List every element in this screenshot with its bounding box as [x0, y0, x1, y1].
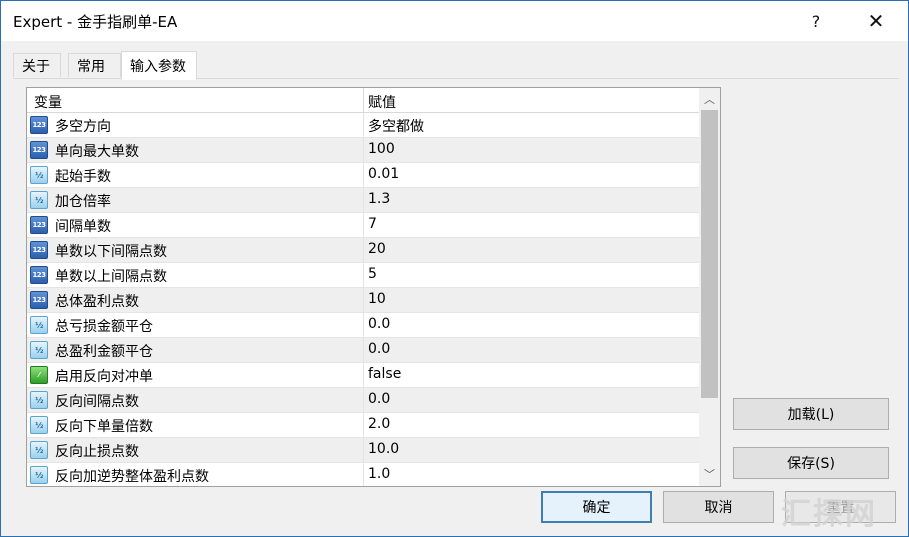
column-divider — [363, 438, 364, 462]
parameter-value[interactable]: 0.0 — [368, 391, 390, 407]
parameter-value[interactable]: 10 — [368, 291, 386, 307]
table-row[interactable]: ½ 总亏损金额平仓 0.0 — [27, 313, 699, 338]
parameter-value[interactable]: false — [368, 366, 401, 382]
table-row[interactable]: 123 总体盈利点数 10 — [27, 288, 699, 313]
parameter-value[interactable]: 多空都做 — [368, 116, 424, 136]
int-icon: 123 — [30, 241, 48, 259]
column-divider — [363, 338, 364, 362]
column-divider — [363, 238, 364, 262]
parameter-name: 总体盈利点数 — [55, 294, 139, 310]
column-divider — [363, 463, 364, 486]
parameter-name: 反向加逆势整体盈利点数 — [55, 469, 209, 485]
parameter-value[interactable]: 5 — [368, 266, 377, 282]
load-button[interactable]: 加载(L) — [733, 398, 889, 430]
table-row[interactable]: 123 单数以下间隔点数 20 — [27, 238, 699, 263]
parameter-value[interactable]: 10.0 — [368, 441, 399, 457]
window-title: Expert - 金手指刷单-EA — [13, 13, 178, 31]
scroll-down-icon[interactable]: ﹀ — [699, 464, 720, 484]
double-icon: ½ — [30, 166, 48, 184]
help-button[interactable]: ? — [793, 5, 839, 37]
parameter-value[interactable]: 0.0 — [368, 316, 390, 332]
double-icon: ½ — [30, 466, 48, 484]
bool-icon: ⁄ — [30, 366, 48, 384]
header-value[interactable]: 赋值 — [368, 92, 396, 112]
parameter-name: 加仓倍率 — [55, 194, 111, 210]
parameter-name: 多空方向 — [55, 119, 111, 135]
parameter-name: 单向最大单数 — [55, 144, 139, 160]
column-divider — [363, 138, 364, 162]
column-divider — [363, 388, 364, 412]
parameter-name: 反向间隔点数 — [55, 394, 139, 410]
parameter-name: 单数以下间隔点数 — [55, 244, 167, 260]
parameter-value[interactable]: 1.3 — [368, 191, 390, 207]
cancel-button[interactable]: 取消 — [663, 491, 774, 523]
int-icon: 123 — [30, 116, 48, 134]
vertical-scrollbar[interactable]: ︿ ﹀ — [699, 88, 720, 486]
column-divider — [363, 188, 364, 212]
expert-dialog: Expert - 金手指刷单-EA ? ✕ 关于 常用 输入参数 变量 赋值 1… — [0, 0, 909, 537]
double-icon: ½ — [30, 316, 48, 334]
int-icon: 123 — [30, 216, 48, 234]
column-divider — [363, 113, 364, 137]
parameter-value[interactable]: 7 — [368, 216, 377, 232]
column-divider — [363, 263, 364, 287]
parameter-name: 间隔单数 — [55, 219, 111, 235]
table-row[interactable]: ⁄ 启用反向对冲单 false — [27, 363, 699, 388]
table-row[interactable]: 123 多空方向 多空都做 — [27, 113, 699, 138]
double-icon: ½ — [30, 391, 48, 409]
column-divider — [363, 288, 364, 312]
parameter-value[interactable]: 20 — [368, 241, 386, 257]
double-icon: ½ — [30, 191, 48, 209]
parameter-value[interactable]: 100 — [368, 141, 395, 157]
parameters-grid: 变量 赋值 123 多空方向 多空都做 123 单向最大单数 100 ½ 起始手数 0.01 ½ 加… — [26, 87, 721, 487]
table-row[interactable]: ½ 总盈利金额平仓 0.0 — [27, 338, 699, 363]
parameter-name: 反向止损点数 — [55, 444, 139, 460]
parameter-value[interactable]: 0.01 — [368, 166, 399, 182]
close-button[interactable]: ✕ — [853, 5, 899, 37]
parameter-name: 单数以上间隔点数 — [55, 269, 167, 285]
scroll-thumb[interactable] — [701, 110, 718, 398]
table-row[interactable]: ½ 反向间隔点数 0.0 — [27, 388, 699, 413]
parameter-name: 总盈利金额平仓 — [55, 344, 153, 360]
column-divider — [363, 163, 364, 187]
header-divider[interactable] — [363, 88, 364, 112]
parameter-value[interactable]: 2.0 — [368, 416, 390, 432]
double-icon: ½ — [30, 341, 48, 359]
tab-common[interactable]: 常用 — [68, 53, 121, 77]
column-divider — [363, 413, 364, 437]
table-row[interactable]: 123 单向最大单数 100 — [27, 138, 699, 163]
int-icon: 123 — [30, 141, 48, 159]
tab-about[interactable]: 关于 — [13, 53, 61, 77]
column-divider — [363, 213, 364, 237]
column-divider — [363, 363, 364, 387]
title-bar[interactable]: Expert - 金手指刷单-EA ? ✕ — [1, 1, 908, 41]
column-divider — [363, 313, 364, 337]
double-icon: ½ — [30, 416, 48, 434]
grid-header: 变量 赋值 — [27, 88, 699, 113]
tab-inputs[interactable]: 输入参数 — [121, 51, 197, 80]
header-variable[interactable]: 变量 — [34, 92, 62, 112]
table-row[interactable]: ½ 加仓倍率 1.3 — [27, 188, 699, 213]
parameter-name: 总亏损金额平仓 — [55, 319, 153, 335]
table-row[interactable]: ½ 起始手数 0.01 — [27, 163, 699, 188]
scroll-up-icon[interactable]: ︿ — [699, 89, 720, 109]
table-row[interactable]: 123 单数以上间隔点数 5 — [27, 263, 699, 288]
double-icon: ½ — [30, 441, 48, 459]
int-icon: 123 — [30, 291, 48, 309]
table-row[interactable]: ½ 反向止损点数 10.0 — [27, 438, 699, 463]
grid-rows: 123 多空方向 多空都做 123 单向最大单数 100 ½ 起始手数 0.01 ½ 加仓倍率 1.3… — [27, 113, 699, 486]
parameter-name: 启用反向对冲单 — [55, 369, 153, 385]
table-row[interactable]: ½ 反向下单量倍数 2.0 — [27, 413, 699, 438]
parameter-name: 起始手数 — [55, 169, 111, 185]
dialog-body: 关于 常用 输入参数 变量 赋值 123 多空方向 多空都做 123 单向最大单数 100… — [1, 41, 908, 536]
table-row[interactable]: ½ 反向加逆势整体盈利点数 1.0 — [27, 463, 699, 486]
int-icon: 123 — [30, 266, 48, 284]
ok-button[interactable]: 确定 — [541, 491, 652, 523]
parameter-value[interactable]: 1.0 — [368, 466, 390, 482]
watermark-logo: 汇探网 — [781, 497, 877, 532]
table-row[interactable]: 123 间隔单数 7 — [27, 213, 699, 238]
parameter-name: 反向下单量倍数 — [55, 419, 153, 435]
save-button[interactable]: 保存(S) — [733, 447, 889, 479]
parameter-value[interactable]: 0.0 — [368, 341, 390, 357]
